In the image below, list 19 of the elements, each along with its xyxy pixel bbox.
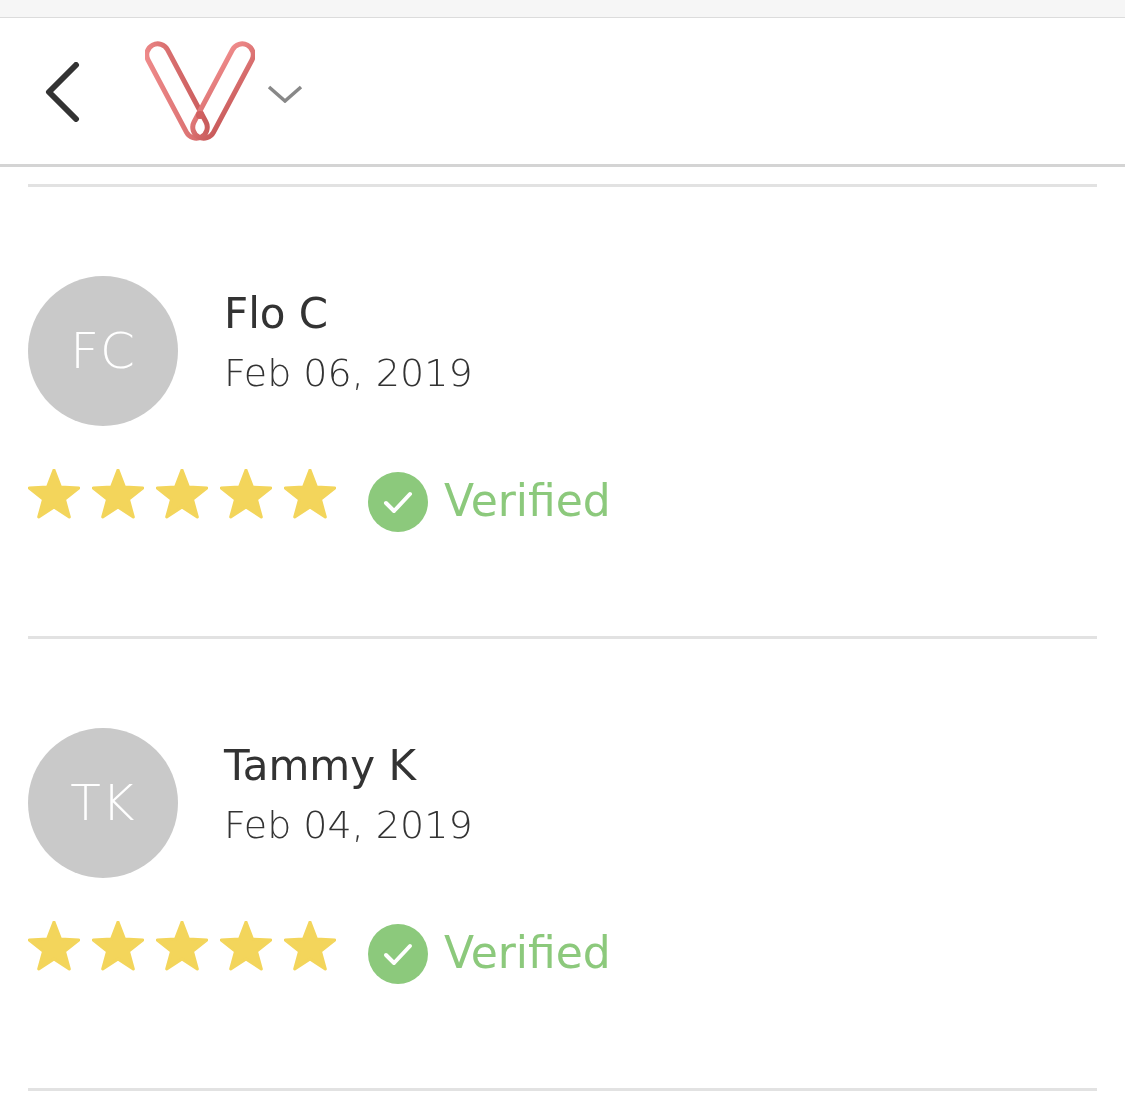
verified-label: Verified bbox=[444, 926, 611, 978]
star-icon bbox=[156, 921, 208, 971]
back-icon[interactable] bbox=[44, 62, 80, 122]
star-icon bbox=[28, 921, 80, 971]
star-icon bbox=[220, 469, 272, 519]
star-icon bbox=[92, 921, 144, 971]
reviewer-name: Tammy K bbox=[224, 740, 418, 792]
star-icon bbox=[92, 469, 144, 519]
reviewer-name: Flo C bbox=[224, 288, 330, 340]
logo-icon[interactable] bbox=[145, 39, 255, 143]
review-date: Feb 06, 2019 bbox=[224, 350, 473, 397]
star-icon bbox=[28, 469, 80, 519]
star-icon bbox=[284, 469, 336, 519]
star-icon bbox=[284, 921, 336, 971]
review-date: Feb 04, 2019 bbox=[224, 802, 473, 849]
star-icon bbox=[220, 921, 272, 971]
verified-label: Verified bbox=[444, 474, 611, 526]
caret-icon[interactable] bbox=[267, 85, 303, 103]
star-icon bbox=[156, 469, 208, 519]
